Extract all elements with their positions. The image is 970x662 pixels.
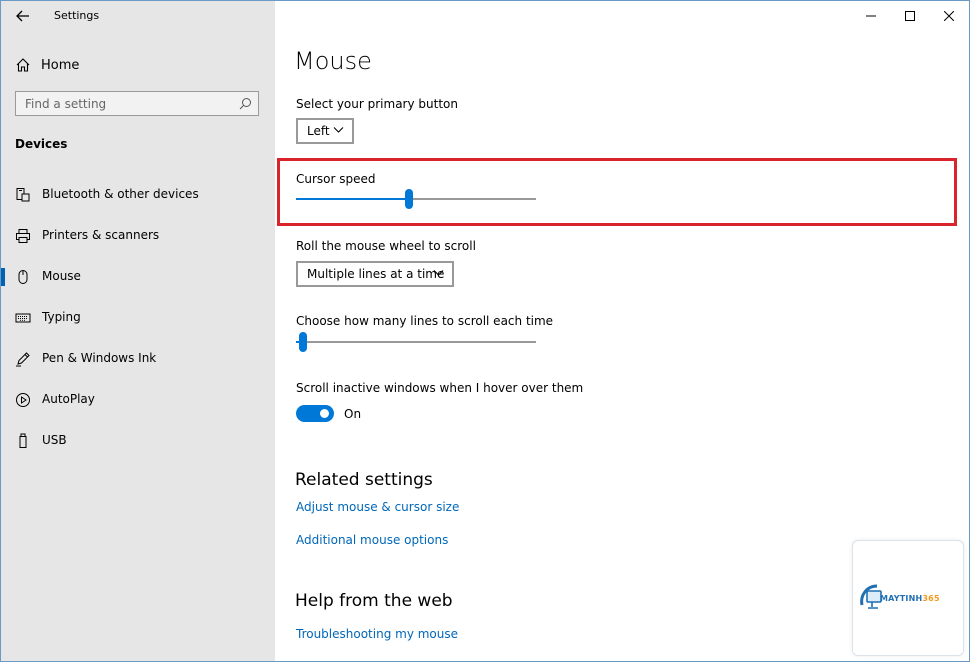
search-box	[15, 91, 259, 116]
inactive-scroll-label: Scroll inactive windows when I hover ove…	[296, 381, 584, 395]
close-icon	[944, 11, 954, 21]
sidebar-item-label: Printers & scanners	[42, 228, 160, 242]
section-title: Devices	[15, 137, 68, 151]
sidebar-item-printers[interactable]: Printers & scanners	[1, 220, 275, 252]
cursor-speed-label: Cursor speed	[296, 172, 376, 186]
toggle-state-label: On	[344, 407, 362, 421]
usb-icon	[14, 432, 32, 450]
scroll-wheel-value: Multiple lines at a time	[307, 267, 445, 281]
home-label: Home	[41, 57, 80, 73]
additional-mouse-options-link[interactable]: Additional mouse options	[296, 533, 448, 547]
home-link[interactable]: Home	[15, 54, 79, 76]
app-title: Settings	[54, 9, 100, 22]
sidebar-item-label: Bluetooth & other devices	[42, 187, 199, 201]
troubleshooting-link[interactable]: Troubleshooting my mouse	[296, 627, 458, 641]
inactive-scroll-toggle[interactable]	[296, 405, 334, 422]
sidebar-item-autoplay[interactable]: AutoPlay	[1, 384, 275, 416]
slider-track	[296, 341, 536, 343]
home-icon	[16, 58, 30, 72]
maximize-icon	[905, 11, 915, 21]
sidebar-item-bluetooth[interactable]: Bluetooth & other devices	[1, 179, 275, 211]
primary-button-label: Select your primary button	[296, 97, 458, 111]
autoplay-icon	[14, 391, 32, 409]
back-arrow-icon	[16, 10, 29, 22]
minimize-button[interactable]	[856, 4, 886, 28]
printer-icon	[14, 227, 32, 245]
bluetooth-device-icon	[14, 186, 32, 204]
keyboard-icon	[14, 309, 32, 327]
related-settings-heading: Related settings	[295, 470, 433, 490]
sidebar-item-pen[interactable]: Pen & Windows Ink	[1, 343, 275, 375]
active-indicator	[1, 268, 5, 286]
adjust-cursor-size-link[interactable]: Adjust mouse & cursor size	[296, 500, 459, 514]
back-button[interactable]	[11, 5, 35, 27]
slider-thumb[interactable]	[299, 332, 308, 352]
primary-button-dropdown[interactable]: Left	[296, 118, 354, 144]
close-button[interactable]	[934, 4, 964, 28]
settings-window: Settings Home Devices Bluetooth & other …	[0, 0, 970, 662]
sidebar-item-label: Mouse	[42, 269, 81, 283]
scroll-wheel-label: Roll the mouse wheel to scroll	[296, 239, 476, 253]
lines-to-scroll-slider[interactable]	[296, 332, 536, 352]
sidebar-item-usb[interactable]: USB	[1, 425, 275, 457]
pen-icon	[14, 350, 32, 368]
sidebar-item-mouse[interactable]: Mouse	[1, 261, 275, 293]
watermark-brand: MAYTINH365	[880, 594, 940, 603]
sidebar: Settings Home Devices Bluetooth & other …	[1, 1, 275, 661]
minimize-icon	[866, 15, 876, 17]
slider-thumb[interactable]	[404, 189, 413, 209]
page-title: Mouse	[294, 47, 372, 75]
sidebar-item-label: Pen & Windows Ink	[42, 351, 157, 365]
search-input[interactable]	[16, 92, 231, 115]
toggle-knob	[320, 409, 329, 418]
sidebar-item-label: Typing	[42, 310, 81, 324]
sidebar-item-typing[interactable]: Typing	[1, 302, 275, 334]
sidebar-item-label: AutoPlay	[42, 392, 95, 406]
scroll-wheel-dropdown[interactable]: Multiple lines at a time	[296, 261, 454, 287]
search-icon[interactable]	[239, 97, 252, 110]
mouse-icon	[14, 268, 32, 286]
chevron-down-icon	[333, 127, 344, 133]
chevron-down-icon	[433, 270, 444, 276]
help-heading: Help from the web	[295, 591, 453, 611]
lines-to-scroll-label: Choose how many lines to scroll each tim…	[296, 314, 554, 328]
cursor-speed-slider[interactable]	[296, 189, 536, 209]
maximize-button[interactable]	[895, 4, 925, 28]
primary-button-value: Left	[307, 124, 330, 138]
slider-fill	[296, 198, 409, 200]
sidebar-item-label: USB	[42, 433, 67, 447]
